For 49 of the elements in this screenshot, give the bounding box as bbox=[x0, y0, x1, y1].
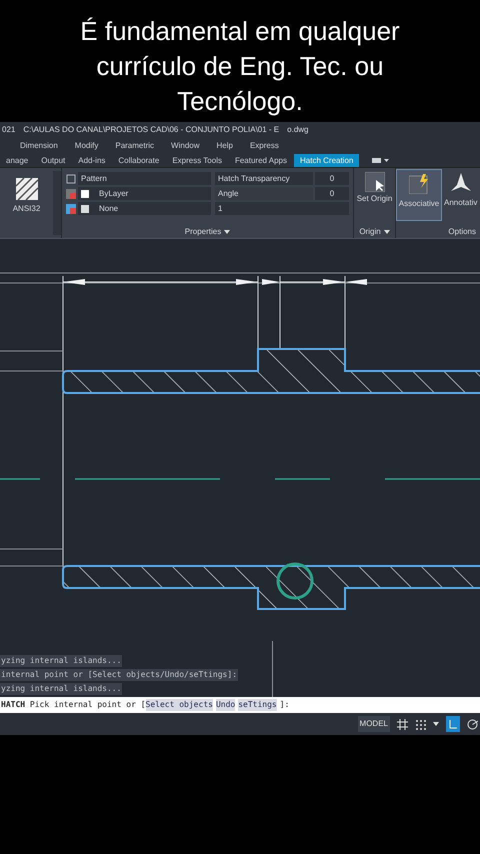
transparency-value[interactable]: 0 bbox=[315, 172, 349, 185]
angle-field[interactable]: Angle bbox=[215, 187, 313, 200]
ribbon-tab[interactable]: Collaborate bbox=[112, 154, 166, 167]
background-color-icon bbox=[66, 204, 76, 214]
ribbon-tab[interactable]: Add-ins bbox=[72, 154, 112, 167]
snap-icon[interactable] bbox=[415, 718, 426, 730]
hatch-type-dropdown[interactable]: Pattern bbox=[78, 172, 211, 185]
pattern-name: ANSI32 bbox=[12, 203, 40, 215]
annotative-icon bbox=[450, 173, 471, 193]
file-name-end: o.dwg bbox=[287, 124, 308, 136]
panel-label[interactable]: Properties bbox=[184, 226, 230, 238]
gallery-scrollbar[interactable] bbox=[53, 171, 61, 235]
ribbon-tab[interactable]: Express Tools bbox=[166, 154, 228, 167]
grid-icon[interactable] bbox=[397, 718, 408, 730]
color-icon bbox=[66, 188, 76, 198]
menu-item[interactable]: Parametric bbox=[115, 140, 154, 152]
menu-item[interactable]: Window bbox=[171, 140, 200, 152]
file-path: C:\AULAS DO CANAL\PROJETOS CAD\06 - CONJUNTO POLIA\01 - E bbox=[23, 124, 280, 136]
dropdown-icon[interactable] bbox=[372, 156, 390, 164]
version-text: 021 bbox=[2, 124, 16, 136]
lightning-icon bbox=[409, 174, 429, 194]
ribbon-tab[interactable]: anage bbox=[0, 154, 34, 167]
transparency-field[interactable]: Hatch Transparency bbox=[215, 172, 313, 185]
model-tab[interactable]: MODEL bbox=[358, 716, 390, 732]
ortho-icon[interactable] bbox=[446, 716, 460, 732]
panel-label[interactable]: Origin bbox=[359, 226, 390, 238]
associative-button[interactable]: Associative bbox=[396, 169, 442, 221]
polar-icon[interactable] bbox=[467, 718, 478, 730]
set-origin-button[interactable]: Set Origin bbox=[356, 172, 392, 204]
menu-item[interactable]: Express bbox=[250, 140, 279, 152]
caret-icon[interactable] bbox=[433, 722, 439, 726]
caret-icon[interactable] bbox=[224, 230, 230, 234]
annotative-button[interactable]: Annotativ bbox=[444, 169, 478, 209]
video-caption: É fundamental em qualquer currículo de Eng. Tec. ou Tecnólogo. bbox=[79, 15, 401, 118]
panel-label: Options bbox=[448, 226, 476, 238]
menu-item[interactable]: Dimension bbox=[20, 140, 58, 152]
hatch-pattern-icon[interactable] bbox=[16, 178, 38, 200]
angle-value[interactable]: 0 bbox=[315, 187, 349, 200]
menu-item[interactable]: Modify bbox=[74, 140, 98, 152]
ribbon-tab[interactable]: Featured Apps bbox=[228, 154, 294, 167]
ribbon-tab[interactable]: Output bbox=[35, 154, 72, 167]
ribbon-tab[interactable]: Hatch Creation bbox=[294, 154, 360, 167]
caret-icon[interactable] bbox=[384, 230, 390, 234]
boundary-icon bbox=[66, 174, 76, 184]
menu-item[interactable]: Help bbox=[216, 140, 233, 152]
background-color-dropdown[interactable]: None bbox=[78, 202, 211, 215]
cursor-icon bbox=[364, 172, 384, 192]
scale-field[interactable]: 1 bbox=[215, 202, 349, 215]
hatch-color-dropdown[interactable]: ByLayer bbox=[78, 187, 211, 200]
